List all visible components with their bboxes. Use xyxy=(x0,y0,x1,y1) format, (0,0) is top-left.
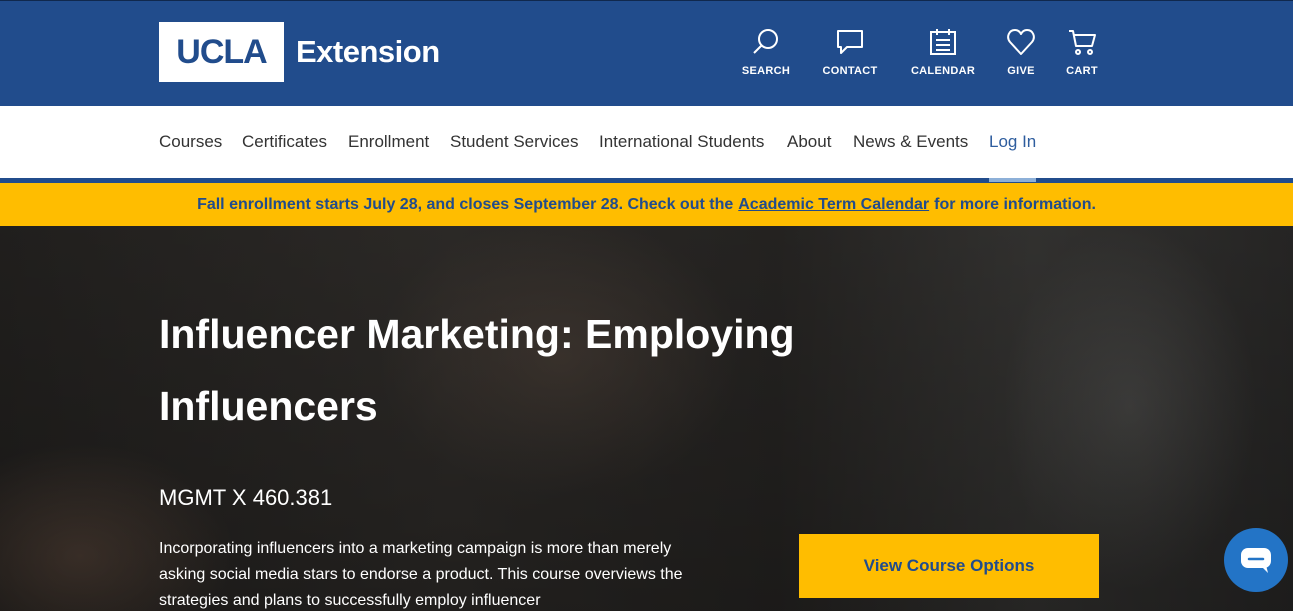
main-nav: Courses Certificates Enrollment Student … xyxy=(0,106,1293,178)
course-hero: Influencer Marketing: Employing Influenc… xyxy=(0,226,1293,611)
chat-bubble-icon xyxy=(837,30,863,54)
nav-item-news-events[interactable]: News & Events xyxy=(853,132,968,152)
calendar-icon xyxy=(930,29,956,55)
calendar-link[interactable]: CALENDAR xyxy=(903,27,983,77)
alert-text-before: Fall enrollment starts July 28, and clos… xyxy=(197,195,734,213)
search-icon xyxy=(753,29,778,54)
site-header: UCLA Extension SEARCH CONTACT CALENDAR G… xyxy=(0,0,1293,106)
calendar-label: CALENDAR xyxy=(910,65,976,77)
nav-item-student-services[interactable]: Student Services xyxy=(450,132,579,152)
chat-icon xyxy=(1241,548,1271,573)
active-nav-indicator xyxy=(989,178,1036,182)
nav-item-log-in[interactable]: Log In xyxy=(989,132,1036,152)
enrollment-alert-banner: Fall enrollment starts July 28, and clos… xyxy=(0,183,1293,226)
nav-item-courses[interactable]: Courses xyxy=(159,132,222,152)
nav-item-enrollment[interactable]: Enrollment xyxy=(348,132,429,152)
contact-link[interactable]: CONTACT xyxy=(810,27,890,77)
give-label: GIVE xyxy=(1007,65,1035,77)
search-link[interactable]: SEARCH xyxy=(726,27,806,77)
nav-item-international-students[interactable]: International Students xyxy=(599,132,764,152)
course-title: Influencer Marketing: Employing Influenc… xyxy=(159,311,795,429)
search-label: SEARCH xyxy=(741,65,791,77)
cart-link[interactable]: CART xyxy=(1042,27,1122,77)
contact-label: CONTACT xyxy=(822,65,878,77)
cart-label: CART xyxy=(1066,65,1098,77)
nav-item-certificates[interactable]: Certificates xyxy=(242,132,327,152)
course-code: MGMT X 460.381 xyxy=(159,485,333,510)
alert-text-after: for more information. xyxy=(934,195,1096,213)
utility-nav: SEARCH CONTACT CALENDAR GIVE CART xyxy=(0,27,1293,87)
heart-icon xyxy=(1007,29,1035,55)
cart-icon xyxy=(1069,30,1096,55)
academic-term-calendar-link[interactable]: Academic Term Calendar xyxy=(738,196,929,214)
nav-item-about[interactable]: About xyxy=(787,132,831,152)
course-description: Incorporating influencers into a marketi… xyxy=(159,540,683,609)
view-course-options-button[interactable]: View Course Options xyxy=(799,534,1099,598)
chat-widget-button[interactable] xyxy=(1224,528,1288,592)
